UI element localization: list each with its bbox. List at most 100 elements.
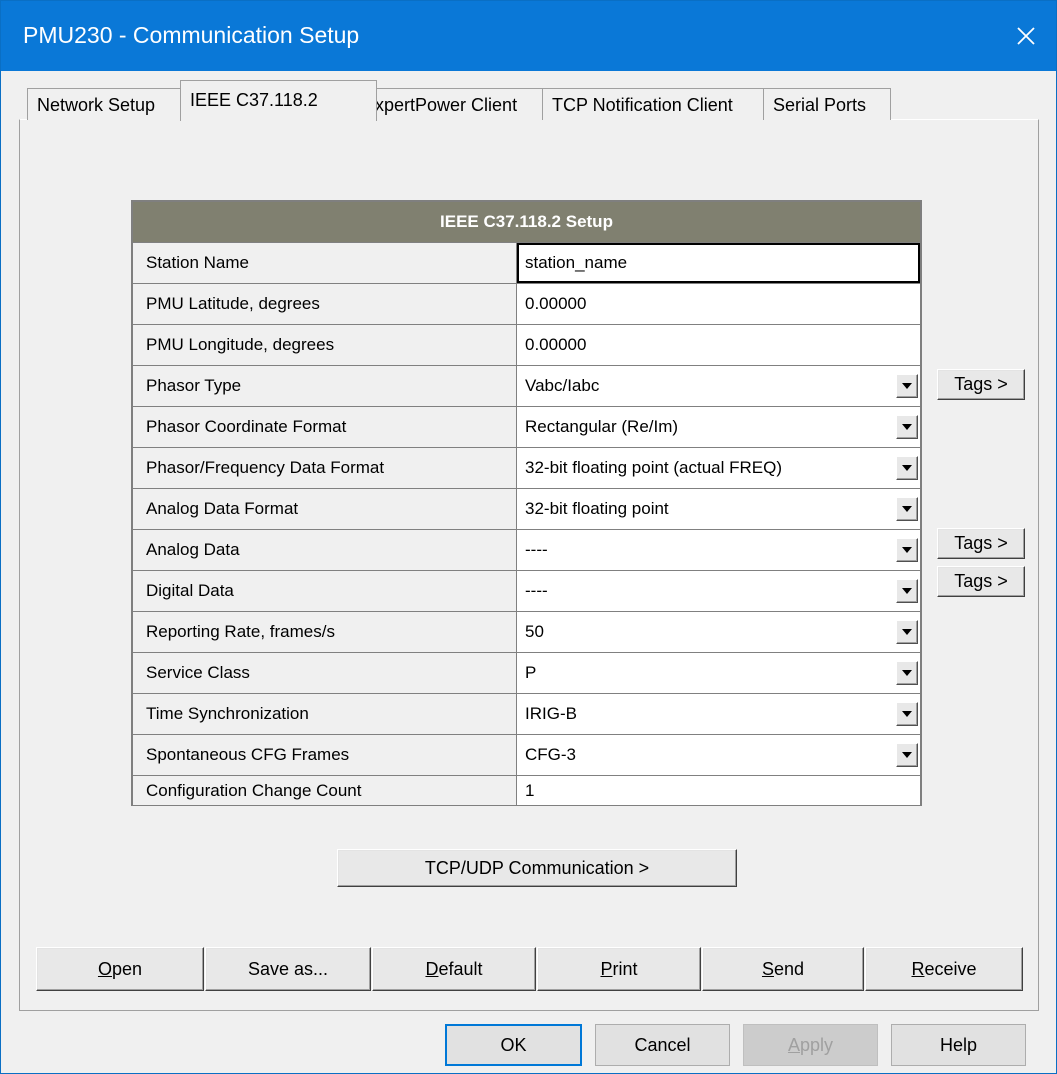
row-phasor-coordinate-format: Phasor Coordinate Format Rectangular (Re… — [133, 406, 920, 447]
dropdown-button[interactable] — [896, 497, 918, 521]
button-label: eceive — [924, 958, 977, 979]
button-label: pen — [111, 958, 143, 979]
select-value: ---- — [525, 581, 548, 600]
row-label: Station Name — [133, 243, 517, 283]
time-synchronization-select[interactable]: IRIG-B — [517, 694, 920, 734]
row-time-synchronization: Time Synchronization IRIG-B — [133, 693, 920, 734]
dropdown-button[interactable] — [896, 579, 918, 603]
dropdown-button[interactable] — [896, 456, 918, 480]
chevron-down-icon — [902, 587, 912, 594]
row-label: Time Synchronization — [133, 694, 517, 734]
button-label: efault — [438, 958, 483, 979]
row-label: Phasor Coordinate Format — [133, 407, 517, 447]
analog-tags-button[interactable]: Tags > — [937, 528, 1025, 559]
tab-ieee-c37-118-2[interactable]: IEEE C37.118.2 — [180, 80, 377, 121]
row-label: PMU Longitude, degrees — [133, 325, 517, 365]
tab-label: Serial Ports — [773, 95, 867, 115]
dropdown-button[interactable] — [896, 538, 918, 562]
row-configuration-change-count: Configuration Change Count 1 — [133, 775, 920, 805]
button-label: pply — [799, 1034, 834, 1055]
send-button[interactable]: Send — [702, 947, 864, 991]
chevron-down-icon — [902, 751, 912, 758]
close-button[interactable] — [996, 1, 1056, 71]
row-station-name: Station Name station_name — [133, 242, 920, 283]
select-value: 32-bit floating point — [525, 499, 669, 518]
service-class-select[interactable]: P — [517, 653, 920, 693]
help-button[interactable]: Help — [891, 1024, 1026, 1066]
row-analog-data-format: Analog Data Format 32-bit floating point — [133, 488, 920, 529]
tab-serial-ports[interactable]: Serial Ports — [763, 88, 891, 120]
pmu-latitude-field[interactable]: 0.00000 — [517, 284, 920, 324]
analog-data-format-select[interactable]: 32-bit floating point — [517, 489, 920, 529]
cancel-button[interactable]: Cancel — [595, 1024, 730, 1066]
tab-label: TCP Notification Client — [552, 95, 733, 115]
apply-button[interactable]: Apply — [743, 1024, 878, 1066]
tab-label: ExpertPower Client — [363, 95, 518, 115]
chevron-down-icon — [902, 382, 912, 389]
button-mnemonic: R — [911, 958, 925, 979]
row-reporting-rate: Reporting Rate, frames/s 50 — [133, 611, 920, 652]
pmu-longitude-field[interactable]: 0.00000 — [517, 325, 920, 365]
spontaneous-cfg-frames-select[interactable]: CFG-3 — [517, 735, 920, 775]
row-spontaneous-cfg-frames: Spontaneous CFG Frames CFG-3 — [133, 734, 920, 775]
row-label: Service Class — [133, 653, 517, 693]
default-button[interactable]: Default — [372, 947, 536, 991]
setup-grid: IEEE C37.118.2 Setup Station Name statio… — [131, 200, 922, 806]
row-phasor-type: Phasor Type Vabc/Iabc — [133, 365, 920, 406]
row-digital-data: Digital Data ---- — [133, 570, 920, 611]
dropdown-button[interactable] — [896, 415, 918, 439]
ok-button[interactable]: OK — [445, 1024, 582, 1066]
dropdown-button[interactable] — [896, 374, 918, 398]
row-label: Analog Data Format — [133, 489, 517, 529]
configuration-change-count-field[interactable]: 1 — [517, 776, 920, 805]
row-pmu-latitude: PMU Latitude, degrees 0.00000 — [133, 283, 920, 324]
dropdown-button[interactable] — [896, 743, 918, 767]
select-value: 32-bit floating point (actual FREQ) — [525, 458, 783, 477]
phasor-coordinate-format-select[interactable]: Rectangular (Re/Im) — [517, 407, 920, 447]
digital-tags-button[interactable]: Tags > — [937, 566, 1025, 597]
tab-label: IEEE C37.118.2 — [190, 90, 318, 110]
reporting-rate-select[interactable]: 50 — [517, 612, 920, 652]
chevron-down-icon — [902, 546, 912, 553]
row-pmu-longitude: PMU Longitude, degrees 0.00000 — [133, 324, 920, 365]
dropdown-button[interactable] — [896, 702, 918, 726]
print-button[interactable]: Print — [537, 947, 701, 991]
row-label: Analog Data — [133, 530, 517, 570]
dropdown-button[interactable] — [896, 620, 918, 644]
tab-label: Network Setup — [37, 95, 156, 115]
button-mnemonic: P — [600, 958, 613, 979]
row-label: Reporting Rate, frames/s — [133, 612, 517, 652]
tcp-udp-communication-button[interactable]: TCP/UDP Communication > — [337, 849, 737, 887]
select-value: P — [525, 663, 537, 682]
dropdown-button[interactable] — [896, 661, 918, 685]
setup-grid-header: IEEE C37.118.2 Setup — [133, 202, 920, 242]
phasor-frequency-data-format-select[interactable]: 32-bit floating point (actual FREQ) — [517, 448, 920, 488]
tab-network-setup[interactable]: Network Setup — [27, 88, 181, 120]
receive-button[interactable]: Receive — [865, 947, 1023, 991]
tab-expertpower-client[interactable]: ExpertPower Client — [353, 88, 543, 120]
row-analog-data: Analog Data ---- — [133, 529, 920, 570]
station-name-field[interactable]: station_name — [517, 243, 920, 283]
select-value: IRIG-B — [525, 704, 577, 723]
chevron-down-icon — [902, 628, 912, 635]
row-label: PMU Latitude, degrees — [133, 284, 517, 324]
digital-data-select[interactable]: ---- — [517, 571, 920, 611]
phasor-type-select[interactable]: Vabc/Iabc — [517, 366, 920, 406]
button-label: Save as... — [247, 958, 329, 979]
select-value: ---- — [525, 540, 548, 559]
select-value: 50 — [525, 622, 544, 641]
title-bar[interactable]: PMU230 - Communication Setup — [1, 1, 1056, 71]
button-label: rint — [612, 958, 638, 979]
chevron-down-icon — [902, 505, 912, 512]
select-value: Rectangular (Re/Im) — [525, 417, 679, 436]
row-label: Phasor/Frequency Data Format — [133, 448, 517, 488]
analog-data-select[interactable]: ---- — [517, 530, 920, 570]
tab-tcp-notification-client[interactable]: TCP Notification Client — [542, 88, 764, 120]
row-label: Digital Data — [133, 571, 517, 611]
button-mnemonic: A — [787, 1034, 800, 1055]
open-button[interactable]: Open — [36, 947, 204, 991]
phasor-tags-button[interactable]: Tags > — [937, 369, 1025, 400]
save-as-button[interactable]: Save as... — [205, 947, 371, 991]
select-value: Vabc/Iabc — [525, 376, 600, 395]
chevron-down-icon — [902, 464, 912, 471]
